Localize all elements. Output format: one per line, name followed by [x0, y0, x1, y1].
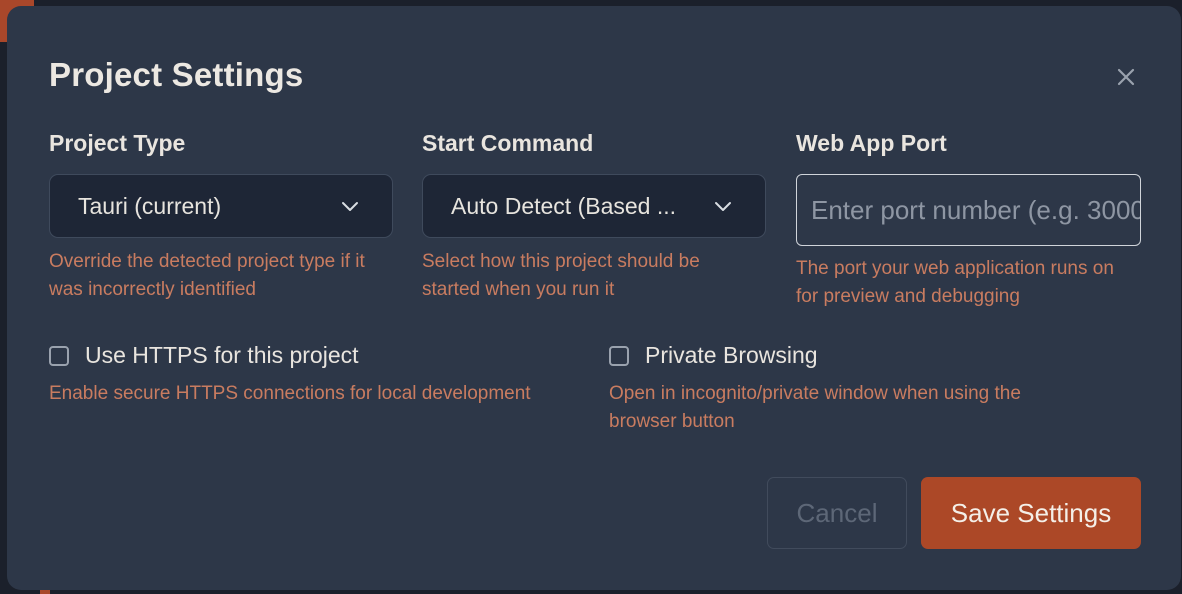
close-button[interactable]: [1113, 64, 1139, 90]
https-checkbox-label: Use HTTPS for this project: [85, 342, 359, 368]
https-help: Enable secure HTTPS connections for loca…: [49, 383, 531, 404]
https-checkbox[interactable]: [49, 345, 69, 366]
start-command-value: Auto Detect (Based ...: [451, 192, 677, 219]
chevron-down-icon: [342, 202, 358, 211]
web-app-port-label: Web App Port: [796, 130, 947, 156]
chevron-down-icon: [715, 202, 731, 211]
close-icon: [1117, 68, 1135, 86]
web-app-port-input[interactable]: [796, 174, 1141, 246]
project-settings-dialog: Project Settings Project Type Tauri (cur…: [7, 6, 1181, 590]
private-browsing-option[interactable]: Private Browsing: [609, 342, 818, 369]
dialog-title: Project Settings: [49, 56, 304, 93]
start-command-label: Start Command: [422, 130, 594, 156]
start-command-select[interactable]: Auto Detect (Based ...: [422, 174, 766, 238]
save-settings-button[interactable]: Save Settings: [921, 477, 1141, 549]
private-browsing-help: Open in incognito/private window when us…: [609, 383, 1021, 432]
cancel-button[interactable]: Cancel: [767, 477, 907, 549]
project-type-select[interactable]: Tauri (current): [49, 174, 393, 238]
start-command-help: Select how this project should be starte…: [422, 251, 700, 300]
private-browsing-checkbox[interactable]: [609, 345, 629, 366]
project-type-help: Override the detected project type if it…: [49, 251, 365, 300]
private-browsing-checkbox-label: Private Browsing: [645, 342, 818, 368]
project-type-value: Tauri (current): [78, 192, 222, 219]
project-type-label: Project Type: [49, 130, 186, 156]
https-option[interactable]: Use HTTPS for this project: [49, 342, 359, 369]
web-app-port-help: The port your web application runs on fo…: [796, 258, 1114, 307]
